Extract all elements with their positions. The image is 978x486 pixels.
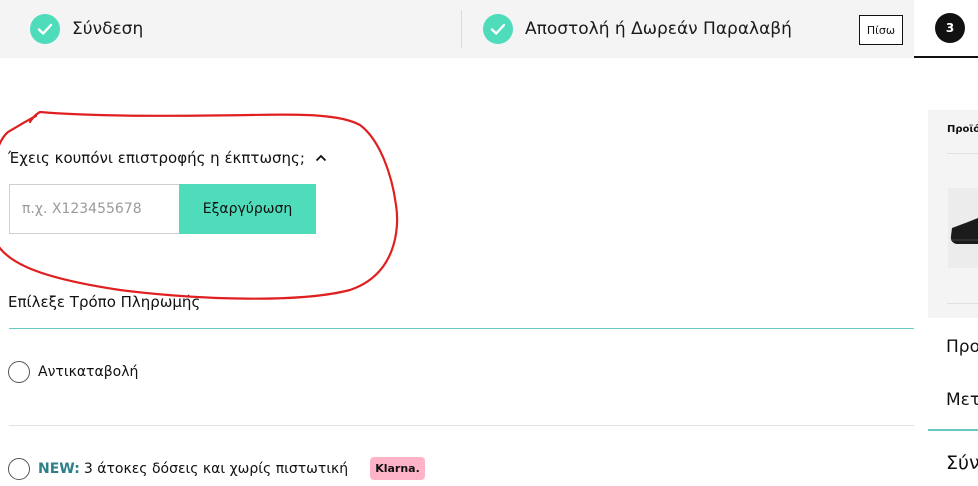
section-divider — [9, 328, 914, 329]
payment-option-klarna[interactable]: NEW: 3 άτοκες δόσεις και χωρίς πιστωτική … — [8, 457, 425, 480]
payment-option-label: 3 άτοκες δόσεις και χωρίς πιστωτική — [83, 460, 349, 477]
coupon-input[interactable] — [9, 184, 179, 234]
payment-option-cod[interactable]: Αντικαταβολή — [8, 361, 138, 383]
step-payment: 3 — [914, 0, 978, 58]
summary-row-shipping: Μετ — [946, 390, 978, 410]
redeem-button[interactable]: Εξαργύρωση — [179, 184, 316, 234]
chevron-up-icon — [315, 154, 327, 162]
summary-total-divider — [928, 429, 978, 431]
new-tag: NEW: — [38, 460, 80, 477]
summary-divider — [947, 303, 978, 304]
shoe-image — [948, 188, 978, 268]
check-icon — [30, 14, 60, 44]
coupon-question: Έχεις κουπόνι επιστροφής η έκπτωσης; — [8, 149, 305, 167]
option-divider — [9, 425, 914, 426]
summary-header: Προϊό — [947, 124, 978, 135]
step-number-badge: 3 — [935, 13, 965, 43]
back-button[interactable]: Πίσω — [859, 15, 903, 45]
annotation-circle — [0, 110, 399, 300]
step-login-label: Σύνδεση — [72, 19, 144, 39]
step-shipping[interactable]: Αποστολή ή Δωρεάν Παραλαβή — [483, 0, 792, 58]
check-icon — [483, 14, 513, 44]
step-login[interactable]: Σύνδεση — [30, 0, 143, 58]
klarna-badge: Klarna. — [370, 457, 425, 480]
steps-divider — [461, 10, 462, 48]
summary-divider — [947, 153, 978, 154]
payment-method-title: Επίλεξε Τρόπο Πληρωμής — [8, 293, 201, 311]
checkout-steps-bar: Σύνδεση Αποστολή ή Δωρεάν Παραλαβή Πίσω … — [0, 0, 978, 58]
radio-button[interactable] — [8, 361, 30, 383]
radio-button[interactable] — [8, 457, 30, 480]
summary-row-total: Σύν — [946, 452, 978, 474]
step-shipping-label: Αποστολή ή Δωρεάν Παραλαβή — [525, 19, 792, 39]
coupon-toggle[interactable]: Έχεις κουπόνι επιστροφής η έκπτωσης; — [8, 149, 327, 167]
summary-row-products: Προ — [946, 337, 978, 357]
payment-option-label: Αντικαταβολή — [38, 364, 139, 380]
order-summary-panel: Προϊό — [928, 110, 978, 318]
